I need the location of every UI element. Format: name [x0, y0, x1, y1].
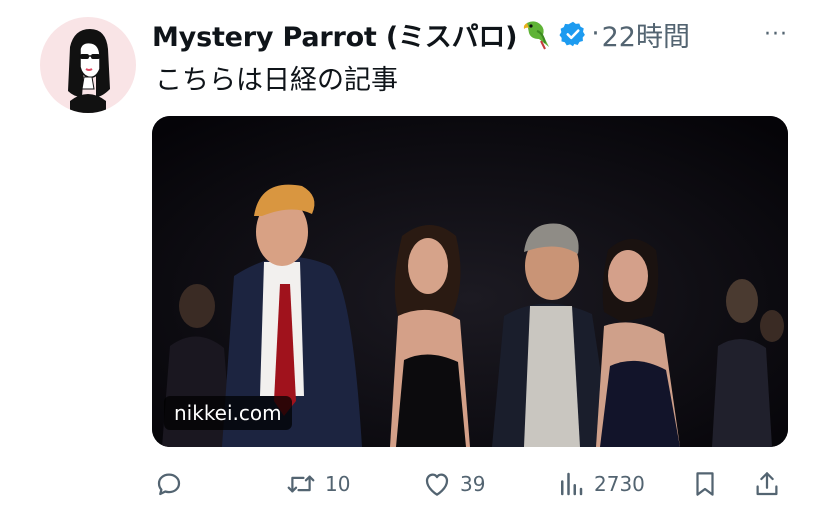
share-icon	[752, 469, 782, 499]
tweet: Mystery Parrot (ミスパロ) · 22時間 ··· こちらは日経の…	[0, 0, 828, 520]
tweet-text: こちらは日経の記事	[155, 65, 398, 96]
views-icon	[556, 469, 586, 499]
share-button[interactable]	[752, 462, 782, 506]
reply-button[interactable]	[154, 462, 184, 506]
media-image[interactable]: nikkei.com	[152, 116, 788, 447]
views-button[interactable]: 2730	[556, 462, 645, 506]
like-icon	[422, 469, 452, 499]
repost-count: 10	[325, 472, 351, 496]
link-card-domain[interactable]: nikkei.com	[164, 396, 292, 430]
tweet-header: Mystery Parrot (ミスパロ) · 22時間 ···	[152, 12, 788, 56]
display-name[interactable]: Mystery Parrot (ミスパロ)	[152, 15, 518, 54]
parrot-icon	[519, 17, 553, 51]
like-count: 39	[460, 472, 486, 496]
bookmark-icon	[690, 469, 720, 499]
repost-icon	[285, 469, 317, 499]
timestamp[interactable]: 22時間	[602, 15, 690, 54]
verified-badge-icon	[559, 20, 587, 48]
avatar-illustration	[68, 29, 110, 113]
repost-button[interactable]: 10	[285, 462, 350, 506]
reply-icon	[154, 469, 184, 499]
avatar[interactable]	[40, 17, 136, 113]
views-count: 2730	[594, 472, 645, 496]
action-bar: 10 39 2730	[152, 462, 788, 506]
more-options-button[interactable]: ···	[764, 12, 788, 56]
bookmark-button[interactable]	[690, 462, 720, 506]
like-button[interactable]: 39	[422, 462, 485, 506]
separator-dot: ·	[591, 19, 600, 49]
